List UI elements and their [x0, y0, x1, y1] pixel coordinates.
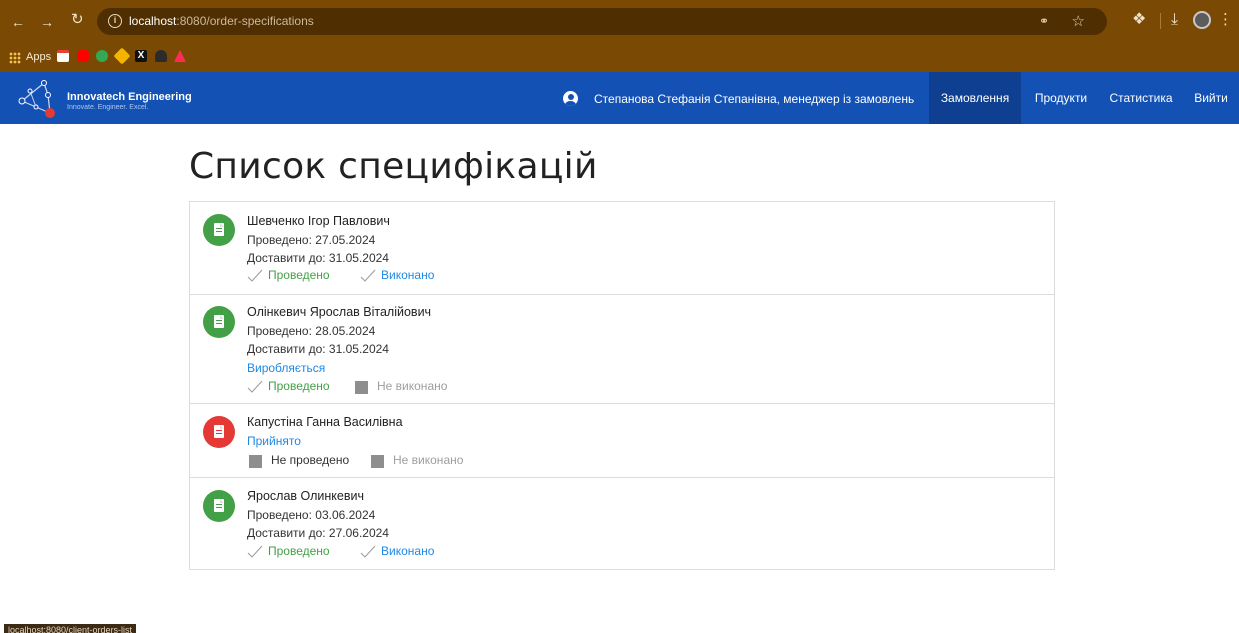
status-not-done: Не виконано — [393, 453, 464, 467]
download-icon[interactable]: ⤓ — [1171, 12, 1178, 28]
nav-statistics[interactable]: Статистика — [1102, 72, 1180, 124]
spec-status-line: Проведено Виконано — [247, 544, 487, 560]
status-conducted: Проведено — [268, 268, 330, 282]
spec-client-name: Шевченко Ігор Павлович — [247, 214, 390, 228]
brand-name[interactable]: Innovatech Engineering — [67, 91, 192, 103]
spec-conducted-date: Проведено: 28.05.2024 — [247, 324, 376, 338]
status-conducted: Проведено — [268, 544, 330, 558]
address-bar[interactable]: i localhost:8080/order-specifications ⚭ … — [97, 8, 1107, 35]
list-item[interactable]: Шевченко Ігор Павлович Проведено: 27.05.… — [190, 202, 1054, 295]
bookmark-apps[interactable]: Apps — [26, 51, 51, 63]
profile-avatar[interactable] — [1193, 11, 1211, 29]
brand-tagline: Innovate. Engineer. Excel. — [67, 104, 149, 111]
status-not-done: Не виконано — [377, 379, 448, 393]
current-user-label: Степанова Стефанія Степанівна, менеджер … — [594, 92, 915, 106]
bookmark-star-icon[interactable]: ☆ — [1072, 12, 1085, 30]
apps-grid-icon[interactable] — [9, 52, 21, 64]
youtube-bookmark-icon[interactable] — [77, 50, 89, 62]
check-icon — [247, 380, 263, 394]
site-info-icon[interactable]: i — [108, 14, 122, 28]
gray-square-icon — [371, 455, 384, 468]
bookmarks-bar — [0, 44, 1239, 72]
spec-deliver-by: Доставити до: 31.05.2024 — [247, 342, 389, 356]
status-conducted: Проведено — [268, 379, 330, 393]
list-item[interactable]: Олінкевич Ярослав Віталійович Проведено:… — [190, 295, 1054, 404]
extensions-puzzle-icon[interactable]: ❖ — [1132, 12, 1146, 28]
spec-stage: Прийнято — [247, 434, 301, 448]
gray-square-icon — [249, 455, 262, 468]
spec-stage: Виробляється — [247, 361, 326, 375]
spec-status-line: Не проведено Не виконано — [247, 453, 507, 469]
url-text[interactable]: localhost:8080/order-specifications — [129, 14, 314, 28]
check-icon — [247, 545, 263, 559]
nav-products[interactable]: Продукти — [1026, 72, 1096, 124]
password-key-icon[interactable]: ⚭ — [1039, 14, 1049, 28]
document-icon — [203, 490, 235, 522]
status-done: Виконано — [381, 268, 435, 282]
check-icon — [247, 269, 263, 283]
spec-deliver-by: Доставити до: 27.06.2024 — [247, 526, 389, 540]
specifications-list: Шевченко Ігор Павлович Проведено: 27.05.… — [189, 201, 1055, 570]
url-host: localhost — [129, 14, 177, 28]
toolbar-divider — [1160, 13, 1161, 29]
spec-conducted-date: Проведено: 03.06.2024 — [247, 508, 376, 522]
check-icon — [360, 269, 376, 283]
document-icon — [203, 306, 235, 338]
user-circle-icon — [563, 91, 578, 106]
document-icon — [203, 214, 235, 246]
url-path: :8080/order-specifications — [176, 14, 314, 28]
spec-client-name: Олінкевич Ярослав Віталійович — [247, 305, 432, 319]
game-bookmark-icon[interactable] — [155, 50, 167, 62]
reload-icon[interactable]: ↻ — [71, 12, 84, 27]
page-title: Список специфікацій — [189, 146, 598, 187]
status-done: Виконано — [381, 544, 435, 558]
list-item[interactable]: Капустіна Ганна Василівна Прийнято Не пр… — [190, 404, 1054, 478]
gray-square-icon — [355, 381, 368, 394]
spec-conducted-date: Проведено: 27.05.2024 — [247, 233, 376, 247]
maps-bookmark-icon[interactable] — [96, 50, 108, 62]
gmail-bookmark-icon[interactable] — [57, 50, 69, 62]
spec-deliver-by: Доставити до: 31.05.2024 — [247, 251, 389, 265]
nav-logout[interactable]: Вийти — [1189, 72, 1233, 124]
document-icon — [203, 416, 235, 448]
check-icon — [360, 545, 376, 559]
spec-status-line: Проведено Не виконано — [247, 379, 487, 395]
spec-status-line: Проведено Виконано — [247, 268, 487, 284]
forward-arrow-icon[interactable]: → — [40, 15, 54, 29]
browser-status-url: localhost:8080/client-orders-list — [4, 624, 137, 633]
innovatech-logo-icon[interactable] — [18, 79, 62, 119]
spec-client-name: Ярослав Олинкевич — [247, 489, 364, 503]
spec-client-name: Капустіна Ганна Василівна — [247, 415, 403, 429]
status-not-conducted: Не проведено — [271, 453, 350, 467]
x-bookmark-icon[interactable]: X — [135, 50, 147, 62]
back-arrow-icon[interactable]: ← — [11, 15, 25, 29]
list-item[interactable]: Ярослав Олинкевич Проведено: 03.06.2024 … — [190, 478, 1054, 570]
nav-orders[interactable]: Замовлення — [929, 72, 1021, 124]
menu-kebab-icon[interactable]: ⋮ — [1218, 12, 1233, 28]
